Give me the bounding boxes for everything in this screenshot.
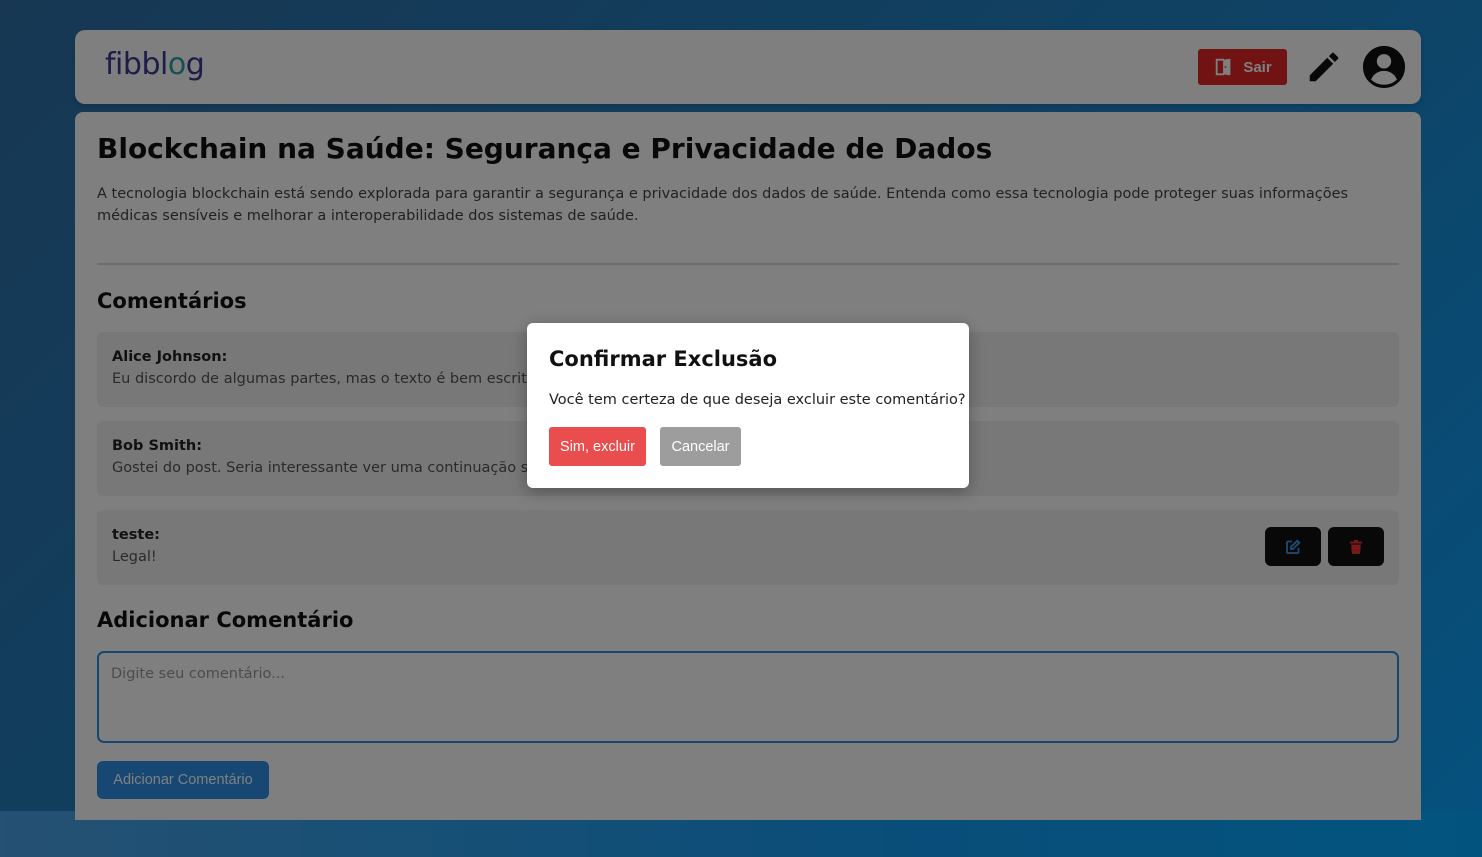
dialog-message: Você tem certeza de que deseja excluir e…	[549, 392, 966, 408]
cancel-button[interactable]: Cancelar	[660, 427, 741, 466]
confirm-delete-button[interactable]: Sim, excluir	[549, 427, 646, 466]
confirm-delete-dialog: Confirmar Exclusão Você tem certeza de q…	[527, 323, 969, 488]
dialog-title: Confirmar Exclusão	[549, 347, 778, 371]
